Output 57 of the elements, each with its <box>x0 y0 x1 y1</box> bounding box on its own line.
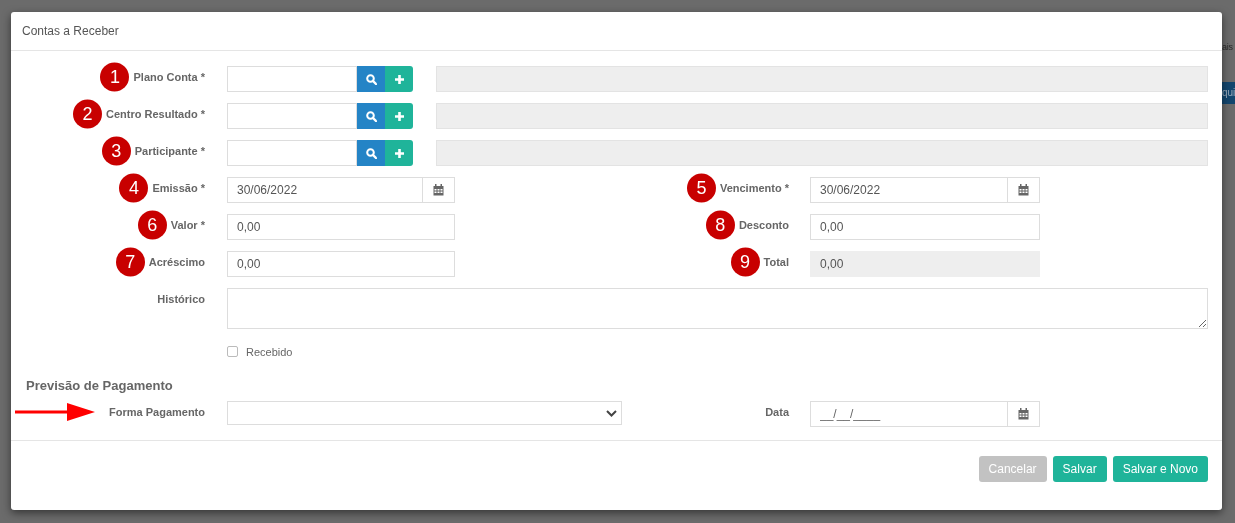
number-marker: 6 <box>137 210 167 240</box>
search-icon <box>365 147 377 159</box>
search-button[interactable] <box>357 103 385 129</box>
add-button[interactable] <box>385 66 413 92</box>
number-marker: 3 <box>101 136 131 166</box>
text-field[interactable]: 0,00 <box>227 251 455 277</box>
field-label: Vencimento * <box>719 182 789 194</box>
dialog-title: Contas a Receber <box>22 24 119 38</box>
number-marker: 5 <box>686 173 716 203</box>
calendar-icon <box>1018 408 1029 420</box>
field-label: Participante * <box>134 145 205 157</box>
number-marker: 1 <box>100 62 130 92</box>
plus-icon <box>394 111 404 121</box>
chevron-down-icon <box>606 409 617 417</box>
text-field[interactable]: 0,00 <box>227 214 455 240</box>
dropdown[interactable] <box>227 401 622 425</box>
field-label: Centro Resultado * <box>106 108 205 120</box>
text-field[interactable] <box>227 66 357 92</box>
field-label: Total <box>763 256 789 268</box>
date-field[interactable]: 30/06/2022 <box>227 177 455 203</box>
search-button[interactable]: qui <box>1222 82 1235 104</box>
description-field[interactable] <box>436 140 1208 166</box>
search-button[interactable] <box>357 140 385 166</box>
text-area[interactable] <box>227 288 1208 329</box>
search-icon <box>365 110 377 122</box>
add-button[interactable] <box>385 103 413 129</box>
number-marker: 7 <box>115 247 145 277</box>
search-icon <box>365 73 377 85</box>
date-field[interactable]: 30/06/2022 <box>810 177 1040 203</box>
field-label: Histórico <box>157 293 205 305</box>
checkbox-label: Recebido <box>246 345 293 358</box>
text-field[interactable] <box>227 103 357 129</box>
text-field[interactable] <box>227 140 357 166</box>
field-label: Desconto <box>738 219 789 231</box>
text-field[interactable]: 0,00 <box>810 214 1040 240</box>
plus-icon <box>394 148 404 158</box>
field-label: Emissão * <box>152 182 205 194</box>
field-label: Valor * <box>170 219 205 231</box>
field-label: Plano Conta * <box>133 71 205 83</box>
field-label: Forma Pagamento <box>109 406 205 418</box>
plus-icon <box>394 74 404 84</box>
number-marker: 4 <box>119 173 149 203</box>
calendar-icon <box>433 184 444 196</box>
field-label: Acréscimo <box>148 256 205 268</box>
number-marker: 2 <box>73 99 102 129</box>
description-field[interactable] <box>436 103 1208 129</box>
text-field[interactable]: 0,00 <box>810 251 1040 277</box>
field-label: Data <box>765 406 789 418</box>
add-button[interactable] <box>385 140 413 166</box>
description-field[interactable] <box>436 66 1208 92</box>
calendar-icon <box>1018 184 1029 196</box>
search-button[interactable] <box>357 66 385 92</box>
date-field[interactable]: __/__/____ <box>810 401 1040 427</box>
section-heading: Previsão de Pagamento <box>26 378 173 394</box>
number-marker: 8 <box>705 210 735 240</box>
number-marker: 9 <box>730 247 760 277</box>
checkbox[interactable] <box>227 346 238 357</box>
